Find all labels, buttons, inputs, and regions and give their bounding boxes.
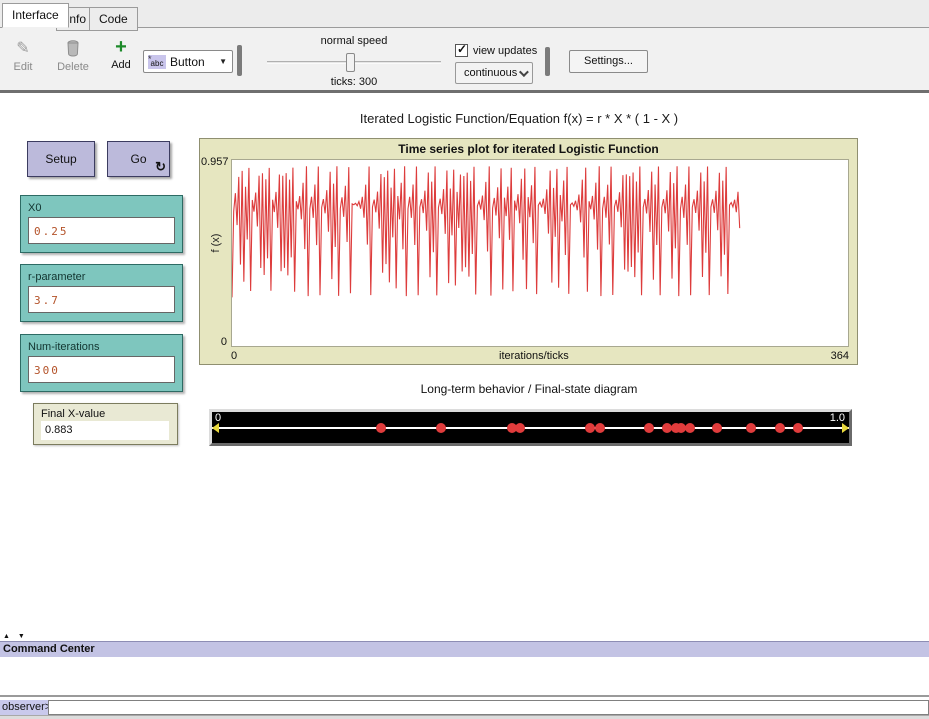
- view-updates-checkbox-row: ✓ view updates: [455, 44, 537, 57]
- input-x0-field[interactable]: 0.25: [28, 217, 175, 244]
- attractor-dot: [712, 423, 722, 433]
- command-center-splitter[interactable]: ▲ ▼: [3, 633, 28, 640]
- abc-icon-text: abc: [151, 59, 164, 68]
- x-axis-max-label: 364: [831, 350, 849, 362]
- input-x0: X0 0.25: [20, 195, 183, 253]
- input-num-iterations: Num-iterations 300: [20, 334, 183, 392]
- tab-interface[interactable]: Interface: [2, 3, 69, 28]
- plot-canvas: [231, 159, 849, 347]
- observer-prompt[interactable]: observer>: [0, 700, 54, 715]
- x-axis: 0 iterations/ticks 364: [231, 350, 849, 362]
- monitor-final-x-value: Final X-value 0.883: [33, 403, 178, 445]
- toolbar-separator: [545, 47, 550, 76]
- plus-icon: +: [104, 37, 138, 57]
- speed-slider: normal speed ticks: 300: [258, 28, 450, 90]
- command-center-title: Command Center: [3, 643, 95, 655]
- input-num-iterations-field[interactable]: 300: [28, 356, 175, 383]
- update-mode-value: continuous: [464, 67, 517, 79]
- x-axis-title: iterations/ticks: [499, 350, 569, 362]
- arrow-left-icon: [212, 423, 219, 433]
- go-button-label: Go: [130, 152, 146, 166]
- go-button[interactable]: Go ↻: [107, 141, 170, 177]
- delete-label: Delete: [52, 61, 94, 73]
- x-axis-min-label: 0: [231, 350, 237, 362]
- input-r-parameter-field[interactable]: 3.7: [28, 286, 175, 313]
- view-updates-label: view updates: [473, 45, 537, 57]
- final-state-diagram-title: Long-term behavior / Final-state diagram: [199, 382, 859, 396]
- checkmark-icon: ✓: [457, 42, 467, 56]
- time-series-line: [232, 160, 848, 346]
- window-bottom-edge: [0, 715, 929, 719]
- interface-canvas: Iterated Logistic Function/Equation f(x)…: [0, 93, 929, 632]
- trash-icon: [52, 39, 94, 59]
- input-x0-label: X0: [21, 196, 182, 217]
- attractor-dot: [793, 423, 803, 433]
- tab-bar: Interface Info Code: [0, 0, 929, 28]
- setup-button-label: Setup: [45, 152, 76, 166]
- settings-button[interactable]: Settings...: [569, 50, 648, 73]
- attractor-dot: [436, 423, 446, 433]
- delete-button[interactable]: Delete: [52, 39, 94, 73]
- command-center-header[interactable]: Command Center: [0, 641, 929, 657]
- y-axis-title: f (x): [210, 223, 222, 263]
- speed-slider-handle[interactable]: [346, 53, 355, 72]
- input-r-parameter: r-parameter 3.7: [20, 264, 183, 322]
- monitor-label: Final X-value: [34, 404, 177, 421]
- forever-icon: ↻: [155, 159, 166, 175]
- toolbar: ✎ Edit Delete + Add * abc Button ▼ norma…: [0, 28, 929, 90]
- time-series-plot: Time series plot for iterated Logistic F…: [199, 138, 858, 365]
- y-axis-max-label: 0.957: [201, 156, 229, 168]
- widget-type-value: Button: [170, 55, 205, 69]
- arrow-right-icon: [842, 423, 849, 433]
- speed-slider-label: normal speed: [258, 35, 450, 47]
- pencil-icon: ✎: [6, 39, 40, 59]
- input-r-parameter-label: r-parameter: [21, 265, 182, 286]
- command-center-output: [0, 657, 929, 697]
- attractor-dot: [685, 423, 695, 433]
- abc-widget-icon: * abc: [148, 55, 166, 69]
- toolbar-separator: [237, 45, 242, 76]
- y-axis-min-label: 0: [201, 336, 227, 348]
- edit-label: Edit: [6, 61, 40, 73]
- attractor-dot: [585, 423, 595, 433]
- diagram-min-label: 0: [215, 412, 221, 424]
- ticks-counter: ticks: 300: [258, 76, 450, 88]
- setup-button[interactable]: Setup: [27, 141, 95, 177]
- attractor-dot: [746, 423, 756, 433]
- add-label: Add: [104, 59, 138, 71]
- input-num-iterations-label: Num-iterations: [21, 335, 182, 356]
- plot-title: Time series plot for iterated Logistic F…: [200, 142, 857, 156]
- command-input[interactable]: [48, 700, 929, 715]
- attractor-dot: [775, 423, 785, 433]
- attractor-dot: [515, 423, 525, 433]
- add-button[interactable]: + Add: [104, 37, 138, 71]
- update-mode-dropdown[interactable]: continuous: [455, 62, 533, 84]
- attractor-dot: [376, 423, 386, 433]
- tab-code[interactable]: Code: [89, 7, 138, 31]
- attractor-dot: [644, 423, 654, 433]
- command-line-row: observer>: [0, 700, 929, 715]
- star-icon: *: [148, 51, 152, 68]
- monitor-value: 0.883: [41, 421, 169, 440]
- chevron-down-icon: [519, 67, 529, 77]
- view-updates-checkbox[interactable]: ✓: [455, 44, 468, 57]
- diagram-max-label: 1.0: [830, 412, 845, 424]
- chevron-down-icon: ▼: [219, 57, 227, 66]
- widget-type-dropdown[interactable]: * abc Button ▼: [143, 50, 233, 73]
- attractor-dot: [595, 423, 605, 433]
- model-title-note: Iterated Logistic Function/Equation f(x)…: [169, 111, 869, 126]
- edit-button[interactable]: ✎ Edit: [6, 39, 40, 73]
- final-state-diagram: 0 1.0: [209, 409, 852, 446]
